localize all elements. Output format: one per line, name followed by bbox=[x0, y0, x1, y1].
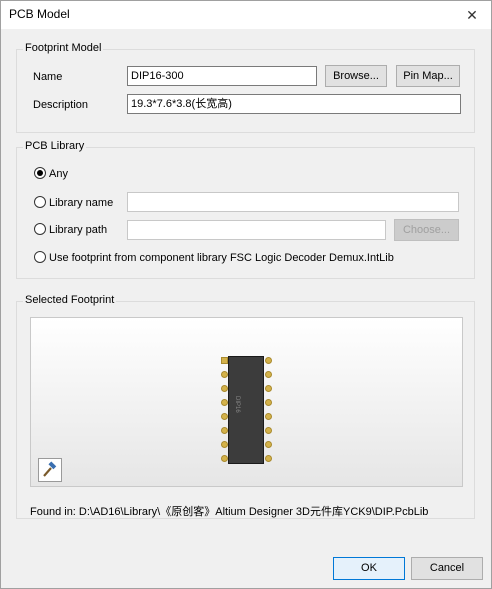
pad bbox=[221, 385, 228, 392]
cancel-button[interactable]: Cancel bbox=[411, 557, 483, 580]
ok-button[interactable]: OK bbox=[333, 557, 405, 580]
pcb-library-group-label: PCB Library bbox=[23, 140, 87, 152]
pad bbox=[265, 371, 272, 378]
library-path-radio[interactable] bbox=[34, 223, 46, 235]
description-field[interactable]: 19.3*7.6*3.8(长宽高) bbox=[127, 94, 461, 114]
library-name-field[interactable] bbox=[127, 192, 459, 212]
any-radio[interactable] bbox=[34, 167, 46, 179]
window-title: PCB Model bbox=[9, 7, 70, 21]
use-footprint-radio[interactable] bbox=[34, 251, 46, 263]
browse-button[interactable]: Browse... bbox=[325, 65, 387, 87]
pad bbox=[265, 385, 272, 392]
found-in-path: Found in: D:\AD16\Library\《原创客》Altium De… bbox=[30, 506, 429, 518]
any-radio-label: Any bbox=[49, 168, 68, 180]
pad bbox=[221, 399, 228, 406]
library-path-field[interactable] bbox=[127, 220, 386, 240]
pad bbox=[265, 455, 272, 462]
library-path-label: Library path bbox=[49, 224, 108, 236]
pad bbox=[265, 441, 272, 448]
footprint-model-group-label: Footprint Model bbox=[23, 42, 104, 54]
pad bbox=[221, 441, 228, 448]
pin-map-button[interactable]: Pin Map... bbox=[396, 65, 460, 87]
close-icon[interactable]: ✕ bbox=[459, 3, 485, 27]
pad bbox=[221, 413, 228, 420]
pad bbox=[265, 413, 272, 420]
library-name-label: Library name bbox=[49, 197, 114, 209]
hammer-icon[interactable] bbox=[38, 458, 62, 482]
pcb-model-dialog: PCB Model ✕ Footprint Model Name DIP16-3… bbox=[0, 0, 492, 589]
pad bbox=[221, 371, 228, 378]
name-field[interactable]: DIP16-300 bbox=[127, 66, 317, 86]
selected-footprint-group-label: Selected Footprint bbox=[23, 294, 117, 306]
chip-label: DIP16 bbox=[234, 396, 240, 413]
footprint-model-group: Footprint Model bbox=[16, 42, 475, 133]
pad bbox=[221, 427, 228, 434]
pad bbox=[265, 357, 272, 364]
library-name-radio[interactable] bbox=[34, 196, 46, 208]
use-footprint-label: Use footprint from component library FSC… bbox=[49, 252, 394, 264]
choose-button[interactable]: Choose... bbox=[394, 219, 459, 241]
pad bbox=[221, 455, 228, 462]
description-label: Description bbox=[33, 99, 89, 111]
name-label: Name bbox=[33, 71, 63, 83]
pad bbox=[265, 427, 272, 434]
pad bbox=[265, 399, 272, 406]
title-bar: PCB Model ✕ bbox=[1, 1, 491, 29]
pad bbox=[221, 357, 228, 364]
